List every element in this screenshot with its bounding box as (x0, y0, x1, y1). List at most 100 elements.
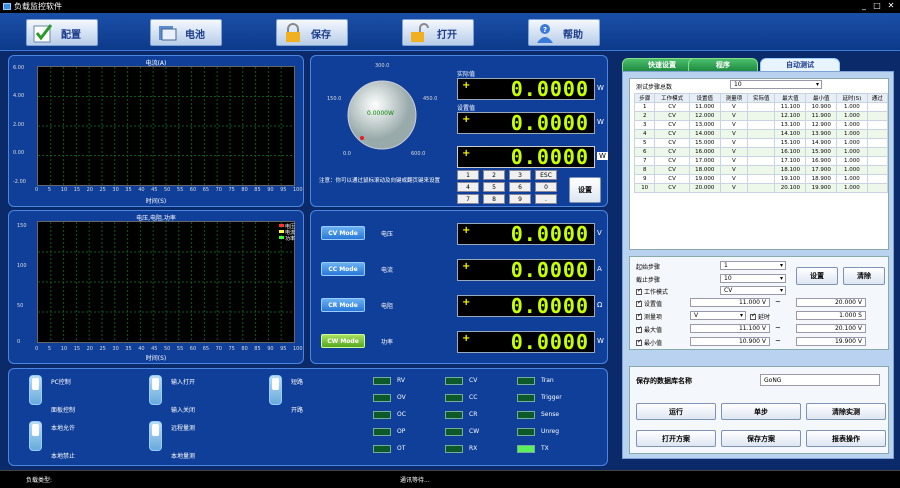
table-cell[interactable]: 16.900 (805, 156, 838, 166)
table-cell[interactable]: CV (654, 174, 690, 184)
table-cell[interactable]: CV (654, 102, 690, 112)
table-cell[interactable] (866, 120, 888, 130)
save-button[interactable]: 保存 (276, 19, 348, 46)
min-to-input[interactable]: 19.900 V (796, 337, 866, 346)
keypad-key[interactable]: 0 (535, 182, 557, 192)
table-cell[interactable]: 13.900 (805, 129, 838, 139)
table-cell[interactable]: 15.100 (774, 138, 807, 148)
setval-checkbox[interactable]: 设置值 (636, 299, 662, 308)
table-cell[interactable] (866, 183, 888, 193)
table-row[interactable]: 5 CV 15.000 V 15.100 14.900 1.000 (633, 138, 888, 148)
table-row[interactable]: 10 CV 20.000 V 20.100 19.900 1.000 (633, 183, 888, 193)
entry-power-input[interactable]: +0.0000 (457, 145, 595, 169)
table-cell[interactable]: 1.000 (836, 183, 868, 193)
help-button[interactable]: ? 帮助 (528, 19, 600, 46)
table-cell[interactable]: V (719, 165, 749, 175)
keypad-key[interactable]: 9 (509, 194, 531, 204)
keypad-key[interactable]: 7 (457, 194, 479, 204)
tab-1[interactable]: 程序 (688, 58, 758, 72)
table-cell[interactable] (866, 111, 888, 121)
table-row[interactable]: 2 CV 12.000 V 12.100 11.900 1.000 (633, 111, 888, 121)
table-cell[interactable] (866, 174, 888, 184)
table-cell[interactable]: V (719, 147, 749, 157)
table-cell[interactable] (747, 183, 776, 193)
table-cell[interactable]: 1.000 (836, 111, 868, 121)
table-cell[interactable]: 14.100 (774, 129, 807, 139)
table-cell[interactable]: CV (654, 138, 690, 148)
table-cell[interactable]: 19.100 (774, 174, 807, 184)
run-button-2[interactable]: 清除实测 (806, 403, 886, 420)
table-cell[interactable]: 19.000 (688, 174, 721, 184)
table-cell[interactable]: 14.900 (805, 138, 838, 148)
keypad-key[interactable]: 2 (483, 170, 505, 180)
table-cell[interactable]: V (719, 183, 749, 193)
power-dial[interactable]: 0.0000W (337, 70, 427, 160)
run-button-1[interactable]: 单步 (721, 403, 801, 420)
keypad-key[interactable]: . (535, 194, 557, 204)
keypad-key[interactable]: 4 (457, 182, 479, 192)
run-button-5[interactable]: 报表操作 (806, 430, 886, 447)
min-from-input[interactable]: 10.900 V (690, 337, 770, 346)
table-cell[interactable]: 15.000 (688, 138, 721, 148)
table-cell[interactable]: V (719, 129, 749, 139)
table-cell[interactable]: V (719, 174, 749, 184)
table-cell[interactable]: 16.100 (774, 147, 807, 157)
table-cell[interactable] (866, 165, 888, 175)
table-cell[interactable]: CV (654, 129, 690, 139)
table-cell[interactable] (866, 129, 888, 139)
max-to-input[interactable]: 20.100 V (796, 324, 866, 333)
max-checkbox[interactable]: 最大值 (636, 325, 662, 334)
table-row[interactable]: 6 CV 16.000 V 16.100 15.900 1.000 (633, 147, 888, 157)
table-cell[interactable]: 11.100 (774, 102, 807, 112)
table-cell[interactable]: 1.000 (836, 147, 868, 157)
db-name-input[interactable]: GoNG (760, 374, 880, 386)
table-cell[interactable]: 1.000 (836, 129, 868, 139)
mode-button-cw[interactable]: CW Mode (321, 334, 365, 348)
keypad-key[interactable]: 1 (457, 170, 479, 180)
table-cell[interactable]: 14.000 (688, 129, 721, 139)
table-cell[interactable] (747, 129, 776, 139)
table-cell[interactable]: 12.100 (774, 111, 807, 121)
table-cell[interactable]: CV (654, 111, 690, 121)
close-button[interactable]: ✕ (885, 1, 897, 11)
table-cell[interactable]: V (719, 111, 749, 121)
max-from-input[interactable]: 11.100 V (690, 324, 770, 333)
table-cell[interactable]: 17.100 (774, 156, 807, 166)
table-row[interactable]: 1 CV 11.000 V 11.100 10.900 1.000 (633, 102, 888, 112)
table-row[interactable]: 7 CV 17.000 V 17.100 16.900 1.000 (633, 156, 888, 166)
range-clear-button[interactable]: 清除 (843, 267, 885, 285)
table-cell[interactable]: 11.900 (805, 111, 838, 121)
table-cell[interactable]: 1.000 (836, 156, 868, 166)
table-cell[interactable]: V (719, 138, 749, 148)
table-row[interactable]: 4 CV 14.000 V 14.100 13.900 1.000 (633, 129, 888, 139)
table-cell[interactable] (866, 147, 888, 157)
table-cell[interactable]: 15.900 (805, 147, 838, 157)
run-button-3[interactable]: 打开方案 (636, 430, 716, 447)
table-cell[interactable]: 1.000 (836, 174, 868, 184)
table-cell[interactable] (747, 147, 776, 157)
table-cell[interactable]: 20.100 (774, 183, 807, 193)
run-button-4[interactable]: 保存方案 (721, 430, 801, 447)
setval-to-input[interactable]: 20.000 V (796, 298, 866, 307)
config-button[interactable]: 配置 (26, 19, 98, 46)
toggle-switch[interactable] (149, 375, 162, 405)
table-cell[interactable]: 1.000 (836, 120, 868, 130)
mode-button-cr[interactable]: CR Mode (321, 298, 365, 312)
table-cell[interactable] (866, 102, 888, 112)
end-step-select[interactable]: 10 ▾ (720, 274, 786, 283)
table-row[interactable]: 9 CV 19.000 V 19.100 18.900 1.000 (633, 174, 888, 184)
keypad-key[interactable]: 8 (483, 194, 505, 204)
table-cell[interactable]: CV (654, 165, 690, 175)
table-cell[interactable] (747, 165, 776, 175)
table-cell[interactable]: 10.900 (805, 102, 838, 112)
table-cell[interactable]: 12.000 (688, 111, 721, 121)
keypad-key[interactable]: 3 (509, 170, 531, 180)
run-button-0[interactable]: 运行 (636, 403, 716, 420)
range-set-button[interactable]: 设置 (796, 267, 838, 285)
measure-checkbox[interactable]: 测量项 (636, 312, 662, 321)
start-step-select[interactable]: 1 ▾ (720, 261, 786, 270)
minimize-button[interactable]: _ (858, 1, 870, 11)
table-cell[interactable]: 13.000 (688, 120, 721, 130)
table-cell[interactable] (747, 138, 776, 148)
table-cell[interactable] (747, 156, 776, 166)
